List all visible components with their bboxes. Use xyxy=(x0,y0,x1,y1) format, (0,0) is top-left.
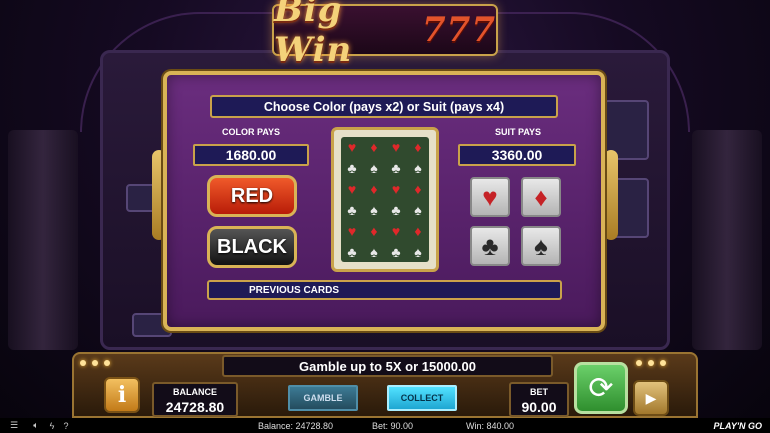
card-pattern-pip: ♥ xyxy=(347,222,357,239)
background-pillar-right xyxy=(692,130,762,350)
message-bar: Gamble up to 5X or 15000.00 xyxy=(222,355,553,377)
card-pattern-pip: ♣ xyxy=(347,201,357,218)
spades-button[interactable]: ♠ xyxy=(521,226,561,266)
footer-win: Win: 840.00 xyxy=(466,420,515,431)
hearts-button[interactable]: ♥ xyxy=(470,177,510,217)
gamble-banner: Choose Color (pays x2) or Suit (pays x4) xyxy=(210,95,558,118)
balance-value: 24728.80 xyxy=(165,399,225,415)
suit-pays-label: SUIT PAYS xyxy=(494,127,541,137)
face-down-card: ♥ ♦ ♥ ♦ ♣ ♠ ♣ ♠ ♥ ♦ ♥ ♦ ♣ ♠ ♣ ♠ ♥ ♦ ♥ ♦ ♣ ♠ ♣ ♠ xyxy=(331,127,439,272)
card-pattern-pip: ♥ xyxy=(391,222,401,239)
suit-pays-value: 3360.00 xyxy=(458,144,576,166)
autoplay-button[interactable]: ▶ xyxy=(633,380,669,416)
card-pattern-pip: ♥ xyxy=(391,181,401,198)
footer-balance: Balance: 24728.80 xyxy=(258,420,334,431)
collect-button[interactable]: COLLECT xyxy=(387,385,457,411)
game-stage: Big Win 777 Choose Color (pays x2) or Su… xyxy=(0,0,770,433)
logo-title: Big Win xyxy=(274,0,353,70)
card-pattern-pip: ♣ xyxy=(391,201,401,218)
spade-icon: ♠ xyxy=(534,230,548,261)
card-pattern-pip: ♦ xyxy=(414,181,422,198)
card-pattern-pip: ♣ xyxy=(347,243,357,260)
light-bulbs-left xyxy=(80,360,110,366)
light-bulbs-right xyxy=(636,360,666,366)
card-back-pattern: ♥ ♦ ♥ ♦ ♣ ♠ ♣ ♠ ♥ ♦ ♥ ♦ ♣ ♠ ♣ ♠ ♥ ♦ ♥ ♦ ♣ ♠ ♣ ♠ xyxy=(341,137,429,262)
card-pattern-pip: ♣ xyxy=(347,160,357,177)
red-button[interactable]: RED xyxy=(207,175,297,217)
card-pattern-pip: ♠ xyxy=(370,160,378,177)
card-pattern-pip: ♠ xyxy=(370,243,378,260)
help-icon[interactable]: ? xyxy=(58,421,74,431)
previous-cards-bar: PREVIOUS CARDS xyxy=(207,280,562,300)
color-pays-label: COLOR PAYS xyxy=(221,127,280,137)
balance-display: BALANCE 24728.80 xyxy=(152,382,238,417)
panel-side-ornament xyxy=(604,150,618,240)
card-pattern-pip: ♥ xyxy=(347,139,357,156)
game-logo: Big Win 777 xyxy=(272,0,498,70)
footer-bar: ☰ 🔈︎ ϟ ? Balance: 24728.80 Bet: 90.00 Wi… xyxy=(0,418,770,433)
clubs-button[interactable]: ♣ xyxy=(470,226,510,266)
bet-label: BET xyxy=(530,387,548,397)
card-pattern-pip: ♥ xyxy=(347,181,357,198)
bet-display[interactable]: BET 90.00 xyxy=(509,382,569,417)
card-pattern-pip: ♦ xyxy=(370,139,378,156)
brand-logo: PLAY'N GO xyxy=(713,420,762,431)
play-icon: ▶ xyxy=(645,389,657,406)
card-pattern-pip: ♠ xyxy=(414,201,422,218)
card-pattern-pip: ♠ xyxy=(414,160,422,177)
black-button[interactable]: BLACK xyxy=(207,226,297,268)
previous-cards-label: PREVIOUS CARDS xyxy=(249,284,340,296)
card-pattern-pip: ♦ xyxy=(414,222,422,239)
card-pattern-pip: ♦ xyxy=(370,181,378,198)
info-button[interactable]: i xyxy=(104,377,140,413)
diamond-icon: ♦ xyxy=(534,181,548,212)
card-pattern-pip: ♣ xyxy=(391,243,401,260)
color-pays-value: 1680.00 xyxy=(193,144,309,166)
info-icon: i xyxy=(117,382,127,408)
background-pillar-left xyxy=(8,130,78,350)
club-icon: ♣ xyxy=(481,230,499,261)
gamble-button[interactable]: GAMBLE xyxy=(288,385,358,411)
balance-label: BALANCE xyxy=(173,387,217,397)
card-pattern-pip: ♠ xyxy=(414,243,422,260)
card-pattern-pip: ♠ xyxy=(370,201,378,218)
heart-icon: ♥ xyxy=(482,181,498,212)
menu-icon[interactable]: ☰ xyxy=(6,420,22,431)
sound-icon[interactable]: 🔈︎ xyxy=(28,420,44,431)
bet-value: 90.00 xyxy=(521,399,557,415)
logo-digits: 777 xyxy=(422,10,496,50)
diamonds-button[interactable]: ♦ xyxy=(521,177,561,217)
footer-bet: Bet: 90.00 xyxy=(372,420,414,431)
spin-arrows-icon: ⟳ xyxy=(588,371,614,405)
card-pattern-pip: ♦ xyxy=(370,222,378,239)
spin-button[interactable]: ⟳ xyxy=(574,362,628,414)
card-pattern-pip: ♦ xyxy=(414,139,422,156)
card-pattern-pip: ♥ xyxy=(391,139,401,156)
card-pattern-pip: ♣ xyxy=(391,160,401,177)
